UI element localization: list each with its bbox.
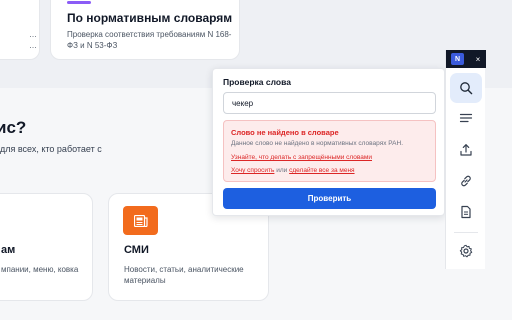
document-icon — [461, 205, 471, 219]
logo-badge: N — [451, 53, 464, 65]
word-check-popup: Проверка слова Слово не найдено в словар… — [212, 68, 445, 216]
ask-question-link[interactable]: Хочу спросить — [231, 167, 274, 174]
list-tool-button[interactable] — [450, 103, 482, 133]
top-left-card: …… — [0, 0, 40, 60]
card-title: ам — [1, 244, 16, 256]
side-panel-divider — [454, 232, 478, 233]
error-message-box: Слово не найдено в словаре Данное слово … — [223, 120, 436, 182]
error-actions-line: Хочу спросить или сделайте все за меня — [231, 167, 355, 174]
gear-icon — [459, 244, 473, 258]
section-heading: ис? — [0, 118, 27, 137]
close-button[interactable]: × — [472, 52, 484, 66]
search-tool-button[interactable] — [450, 73, 482, 103]
upload-tool-button[interactable] — [450, 135, 482, 165]
card-accent-strip — [67, 1, 91, 4]
document-tool-button[interactable] — [450, 197, 482, 227]
or-separator: или — [276, 167, 288, 174]
forbidden-words-link[interactable]: Узнайте, что делать с запрещёнными слова… — [231, 154, 372, 161]
word-input[interactable] — [223, 92, 436, 114]
section-subtext: для всех, кто работает с — [0, 144, 102, 154]
do-it-for-me-link[interactable]: сделайте все за меня — [289, 167, 354, 174]
list-icon — [459, 113, 473, 123]
search-icon — [460, 82, 473, 95]
card-title: По нормативным словарям — [67, 11, 233, 25]
card-description: Проверка соответствия требованиям N 168-… — [67, 30, 232, 50]
card-title: СМИ — [124, 244, 149, 256]
upload-icon — [460, 144, 472, 156]
card-description: мпании, меню, ковка — [1, 265, 79, 274]
top-left-card-desc: …… — [29, 30, 37, 50]
side-panel-header: N × — [446, 50, 486, 68]
link-icon — [461, 175, 471, 187]
popup-title: Проверка слова — [223, 77, 291, 87]
settings-button[interactable] — [450, 236, 482, 266]
error-title: Слово не найдено в словаре — [231, 128, 339, 137]
newspaper-icon — [123, 206, 158, 235]
card-description: Новости, статьи, аналитические материалы — [124, 265, 244, 285]
extension-side-panel: N × — [445, 50, 486, 269]
link-tool-button[interactable] — [450, 166, 482, 196]
normative-dictionaries-card[interactable]: По нормативным словарям Проверка соответ… — [50, 0, 240, 60]
check-button[interactable]: Проверить — [223, 188, 436, 209]
error-description: Данное слово не найдено в нормативных сл… — [231, 140, 404, 147]
audience-card-partial[interactable]: ам мпании, меню, ковка — [0, 193, 93, 301]
